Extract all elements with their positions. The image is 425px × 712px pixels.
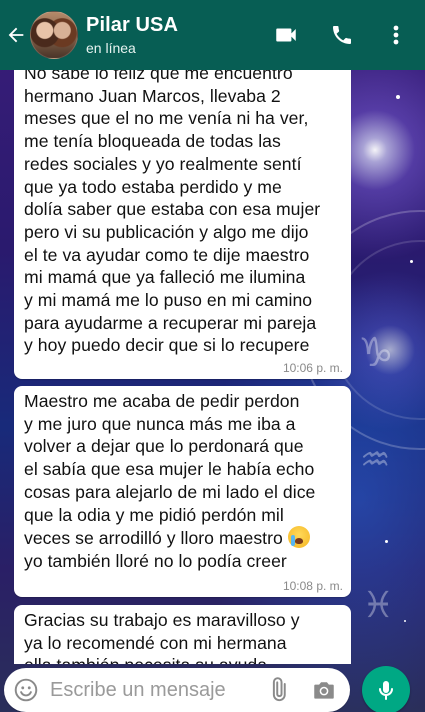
voice-call-button[interactable] — [327, 20, 357, 50]
camera-button[interactable] — [306, 668, 342, 712]
message-bubble[interactable]: Gracias su trabajo es maravilloso y ya l… — [14, 605, 351, 664]
message-bubble[interactable]: Maestro me acaba de pedir perdon y me ju… — [14, 386, 351, 597]
contact-info[interactable]: Pilar USA en línea — [86, 13, 271, 57]
message-text: No sabe lo feliz que me encuentro herman… — [24, 64, 321, 356]
back-arrow-icon — [8, 27, 24, 43]
back-button[interactable] — [2, 0, 30, 70]
attach-icon — [272, 677, 286, 702]
mic-icon — [379, 681, 393, 700]
video-call-button[interactable] — [271, 20, 301, 50]
crying-face-emoji — [287, 526, 310, 549]
message-text-wrapper: Maestro me acaba de pedir perdon y me ju… — [24, 390, 345, 573]
message-text-tail: yo también lloré no lo podía creer — [24, 550, 287, 571]
composer-pill — [4, 668, 350, 712]
attach-button[interactable] — [260, 668, 296, 712]
message-time: 10:06 p. m. — [282, 361, 343, 375]
message-text: Maestro me acaba de pedir perdon y me ju… — [24, 391, 316, 549]
composer-bar — [0, 664, 425, 712]
contact-status: en línea — [86, 40, 136, 56]
emoji-button[interactable] — [4, 668, 48, 712]
video-call-icon — [276, 28, 296, 42]
message-text: Gracias su trabajo es maravilloso y ya l… — [24, 610, 300, 664]
message-input[interactable] — [50, 678, 250, 702]
more-options-button[interactable] — [381, 20, 411, 50]
message-bubble[interactable]: No sabe lo feliz que me encuentro herman… — [14, 64, 351, 379]
contact-avatar[interactable] — [30, 11, 78, 59]
header-actions — [271, 0, 425, 70]
more-options-icon — [393, 25, 399, 45]
contact-name: Pilar USA — [86, 14, 179, 36]
message-time: 10:08 p. m. — [282, 579, 343, 593]
camera-icon — [314, 682, 334, 699]
emoji-icon — [14, 678, 38, 702]
phone-icon — [333, 26, 351, 44]
mic-button[interactable] — [362, 666, 410, 712]
message-list[interactable]: No sabe lo feliz que me encuentro herman… — [0, 64, 425, 664]
chat-header: Pilar USA en línea — [0, 0, 425, 70]
